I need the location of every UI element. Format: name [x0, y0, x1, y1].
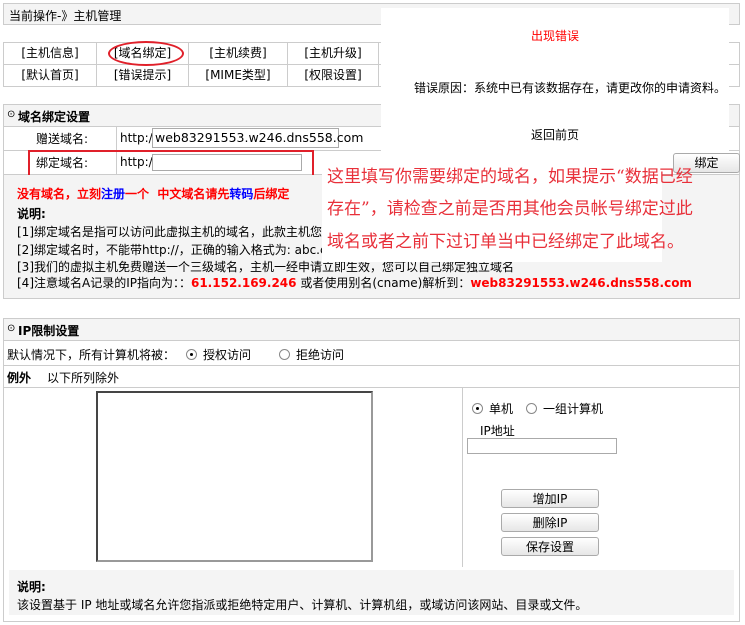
error-title: 出现错误 — [530, 29, 579, 43]
section-bullet-icon: ⊙ — [7, 323, 16, 334]
transcode-link[interactable]: 转码 — [229, 187, 253, 201]
nav-error-page[interactable]: [错误提示] — [96, 64, 189, 87]
group-label: 一组计算机 — [543, 402, 604, 416]
deny-label: 拒绝访问 — [296, 348, 345, 362]
note-line: [1]绑定域名是指可以访问此虚拟主机的域名，此款主机您 — [17, 225, 323, 239]
default-access-row: 默认情况下，所有计算机将被： 授权访问 拒绝访问 — [3, 340, 740, 366]
annotation-line: 域名或者之前下过订单当中已经绑定了此域名。 — [327, 232, 684, 252]
ip-list-area: 单机 一组计算机 IP地址 增加IP 删除IP 保存设置 — [3, 387, 740, 568]
ip-address: 61.152.169.246 — [190, 276, 297, 290]
group-radio[interactable]: 一组计算机 — [526, 400, 603, 417]
annotation-line: 这里填写你需要绑定的域名，如果提示“数据已经 — [327, 167, 693, 187]
note-title: 说明: — [17, 580, 46, 594]
nav-default-page[interactable]: [默认首页] — [3, 64, 97, 87]
breadcrumb: 当前操作-》主机管理 — [9, 9, 122, 23]
section-title: IP限制设置 — [18, 324, 80, 338]
nav-permissions[interactable]: [权限设置] — [287, 64, 379, 87]
delete-ip-button[interactable]: 删除IP — [501, 513, 599, 532]
annotation-line: 存在”，请检查之前是否用其他会员帐号绑定过此 — [327, 199, 693, 219]
promo-line: 没有域名，立刻注册一个 中文域名请先转码后绑定 — [17, 185, 289, 202]
error-reason: 错误原因：系统中已有该数据存在，请更改你的申请资料。 — [414, 81, 727, 95]
promo-text: 一个 中文域名请先 — [125, 187, 230, 201]
cname-value: web83291553.w246.dns558.com — [470, 276, 692, 290]
back-link[interactable]: 返回前页 — [381, 126, 729, 143]
nav-host-renew[interactable]: [主机续费] — [188, 42, 288, 65]
single-radio[interactable]: 单机 — [472, 400, 513, 417]
exception-label: 例外 — [7, 371, 32, 385]
note-text: [4]注意域名A记录的IP指向为：： — [17, 276, 191, 290]
promo-text: 没有域名，立刻 — [17, 187, 102, 201]
register-link[interactable]: 注册 — [101, 187, 125, 201]
allow-radio[interactable]: 授权访问 — [186, 346, 251, 363]
gift-domain-label: 赠送域名: — [36, 132, 89, 146]
ip-address-input[interactable] — [467, 438, 617, 454]
ip-note-text: 该设置基于 IP 地址或域名允许您指派或拒绝特定用户、计算机、计算机组，或域访问… — [17, 598, 588, 612]
single-label: 单机 — [489, 402, 514, 416]
nav-host-info[interactable]: [主机信息] — [3, 42, 97, 65]
note-text: 或者使用别名(cname)解析到： — [296, 276, 471, 290]
ip-address-label: IP地址 — [480, 424, 515, 438]
save-settings-button[interactable]: 保存设置 — [501, 537, 599, 556]
note-line-4: [4]注意域名A记录的IP指向为：：61.152.169.246 或者使用别名(… — [17, 274, 692, 291]
section-title: 域名绑定设置 — [18, 110, 91, 124]
allow-label: 授权访问 — [203, 348, 252, 362]
bind-highlight-box — [28, 150, 314, 178]
exception-row: 例外 以下所列除外 — [3, 365, 740, 388]
highlight-ellipse — [108, 41, 184, 66]
section-bullet-icon: ⊙ — [7, 109, 16, 120]
note-line: [2]绑定域名时，不能带http://，正确的输入格式为: abc.cc — [17, 243, 334, 257]
add-ip-button[interactable]: 增加IP — [501, 489, 599, 508]
ip-section-header: ⊙ IP限制设置 — [3, 318, 740, 341]
gift-domain-field[interactable]: web83291553.w246.dns558.com — [152, 128, 363, 148]
nav-mime-type[interactable]: [MIME类型] — [188, 64, 288, 87]
deny-radio[interactable]: 拒绝访问 — [279, 346, 344, 363]
ip-list-box[interactable] — [96, 391, 373, 562]
note-title: 说明: — [17, 207, 46, 221]
error-popup: 出现错误 错误原因：系统中已有该数据存在，请更改你的申请资料。 返回前页 — [381, 8, 729, 151]
nav-host-upgrade[interactable]: [主机升级] — [287, 42, 379, 65]
promo-text: 后绑定 — [253, 187, 290, 201]
annotation-box: 这里填写你需要绑定的域名，如果提示“数据已经 存在”，请检查之前是否用其他会员帐… — [322, 158, 693, 262]
ip-notes: 说明: 该设置基于 IP 地址或域名允许您指派或拒绝特定用户、计算机、计算机组，… — [3, 567, 740, 622]
default-access-label: 默认情况下，所有计算机将被： — [7, 348, 176, 362]
exception-text: 以下所列除外 — [47, 371, 120, 385]
